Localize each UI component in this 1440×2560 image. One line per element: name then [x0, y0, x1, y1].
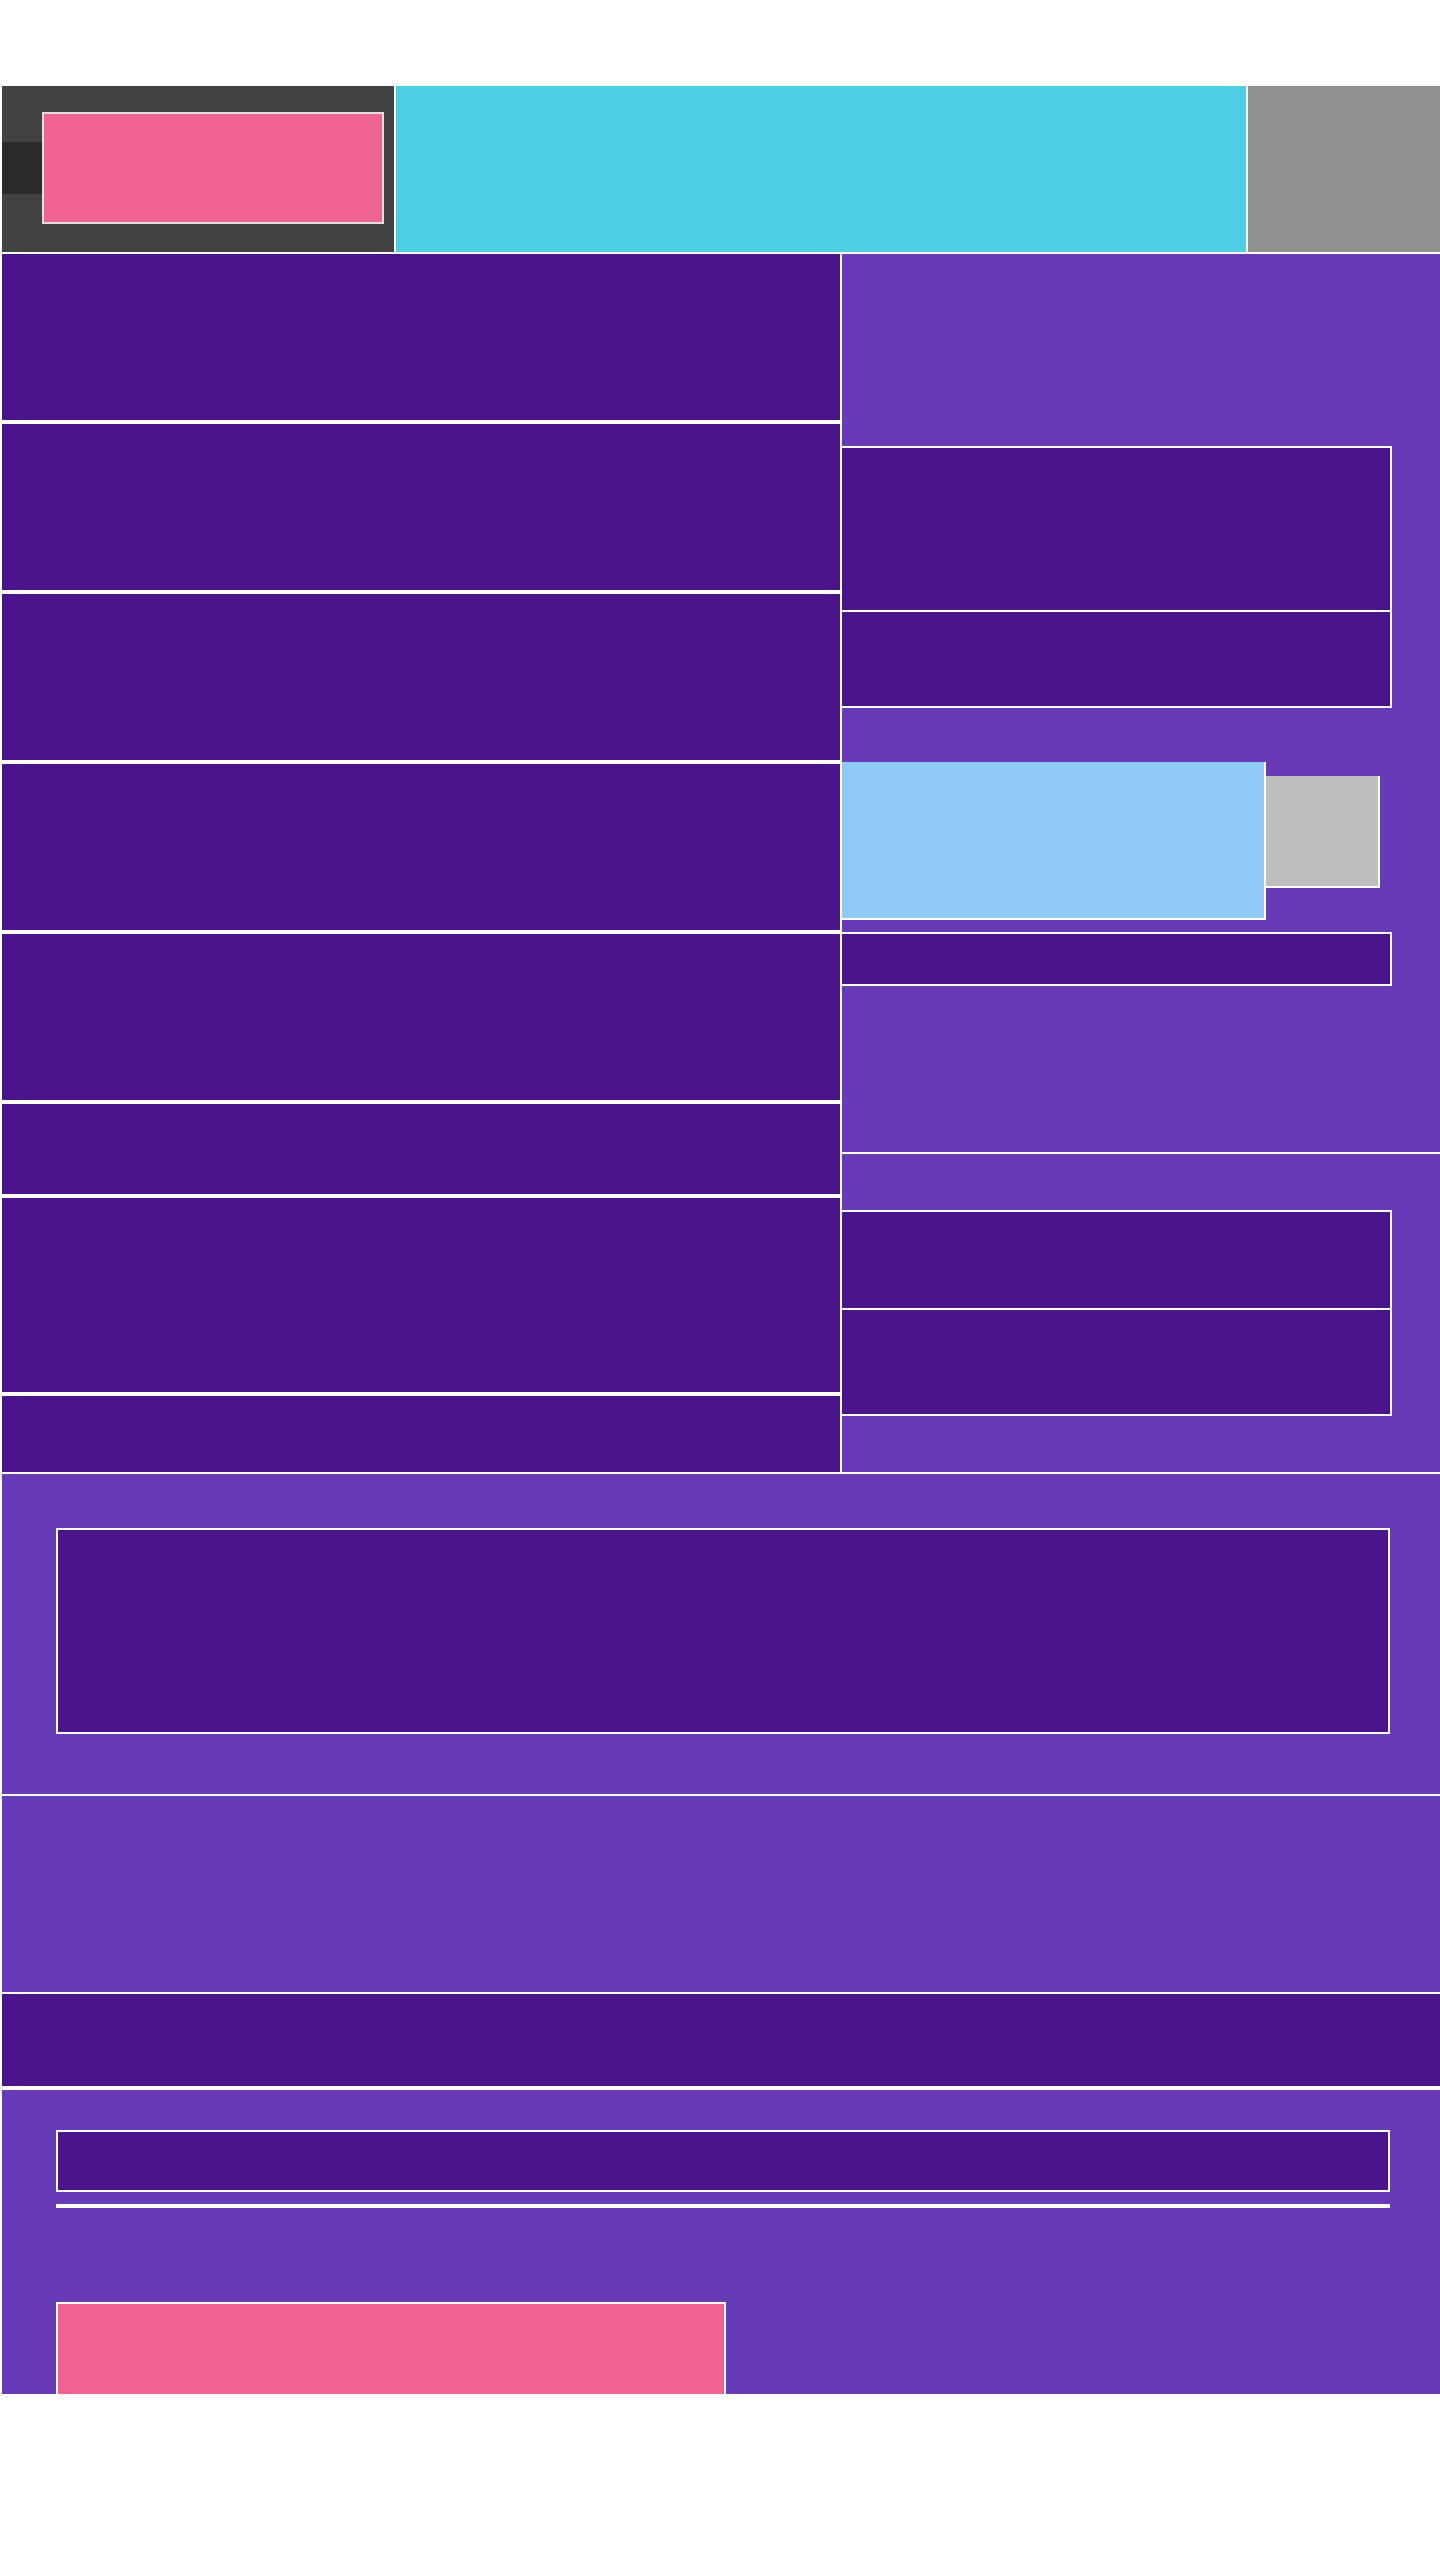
footer-section [2, 2090, 1440, 2394]
header-banner [396, 86, 1246, 252]
side-panel-row[interactable] [842, 1210, 1392, 1310]
content-row[interactable] [56, 1626, 1390, 1734]
app-frame [0, 84, 1440, 2394]
list-item[interactable] [2, 422, 840, 590]
menu-handle[interactable] [2, 142, 46, 194]
header-action[interactable] [1248, 86, 1440, 252]
side-panel-row[interactable] [842, 612, 1392, 708]
list-item[interactable] [2, 762, 840, 930]
side-panel-bar[interactable] [842, 932, 1392, 986]
swatch-tile[interactable] [1266, 776, 1380, 888]
content-section [2, 1472, 1440, 1794]
list-item[interactable] [2, 254, 840, 420]
divider [56, 2204, 1390, 2208]
brand-button[interactable] [42, 112, 384, 224]
list-item[interactable] [2, 1196, 840, 1392]
highlight-tile[interactable] [842, 762, 1266, 920]
side-panel-card[interactable] [842, 446, 1392, 612]
list-item[interactable] [2, 592, 840, 760]
content-row[interactable] [56, 1528, 1390, 1628]
input-field[interactable] [56, 2130, 1390, 2192]
left-list [0, 254, 842, 1568]
side-panel-row[interactable] [842, 1310, 1392, 1416]
list-item[interactable] [2, 1102, 840, 1194]
side-panel [842, 254, 1440, 1152]
side-panel [842, 1152, 1440, 1472]
primary-button[interactable] [56, 2302, 726, 2394]
list-item[interactable] [2, 932, 840, 1100]
content-bar[interactable] [2, 1992, 1440, 2088]
content-section [2, 1794, 1440, 1992]
